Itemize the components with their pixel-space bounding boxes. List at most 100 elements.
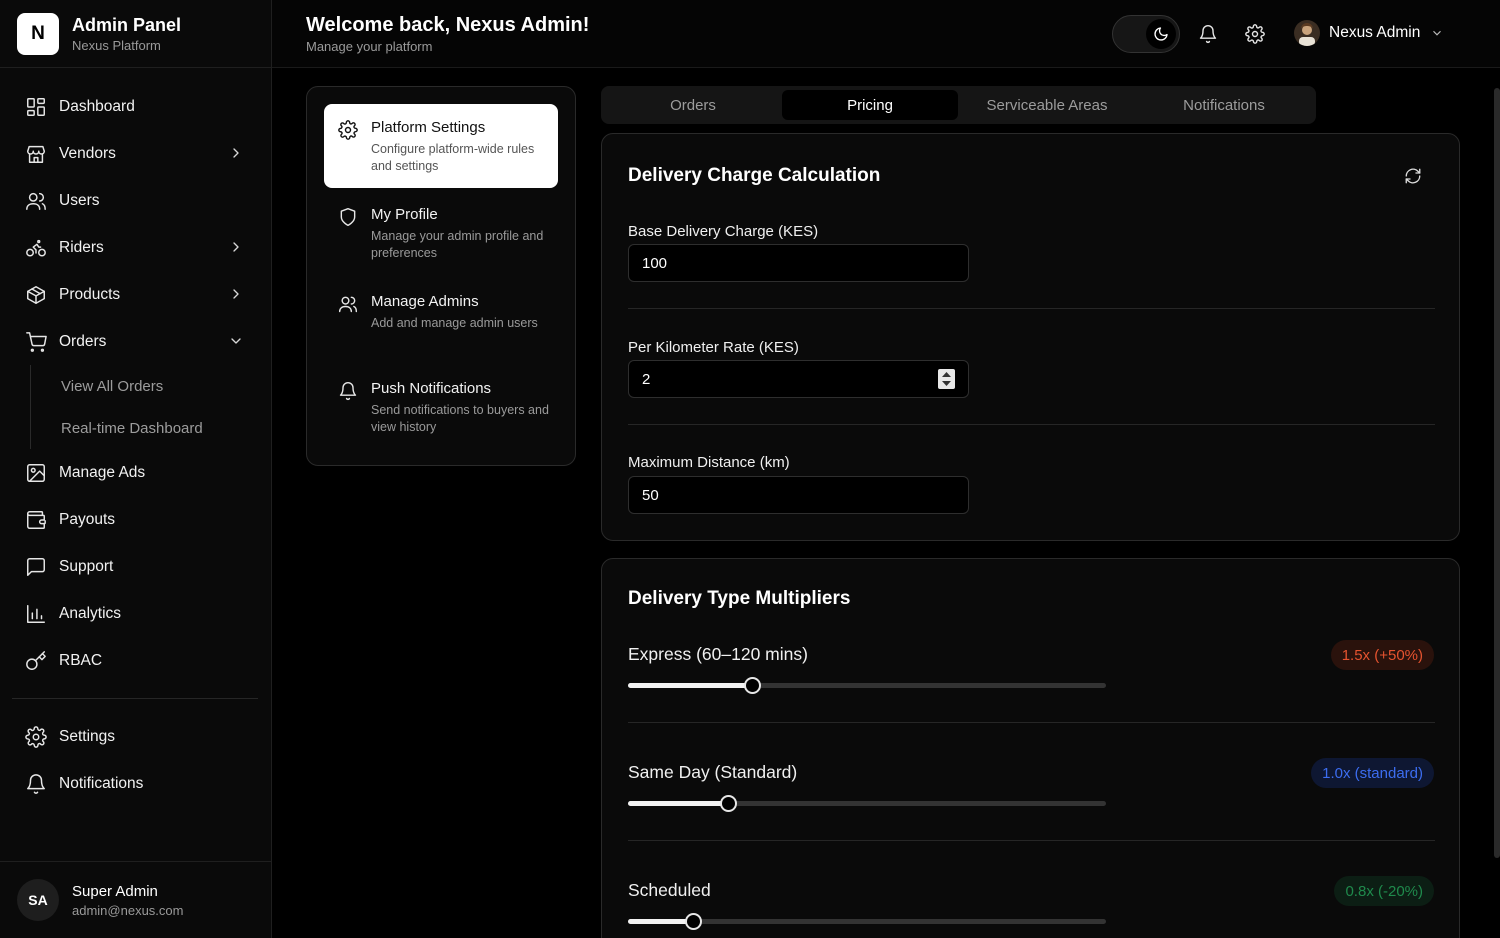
settings-menu-my-profile[interactable]: My Profile Manage your admin profile and…	[324, 191, 558, 275]
max-distance-input[interactable]	[628, 476, 969, 514]
sidebar-item-label: Payouts	[59, 510, 116, 528]
sidebar-user-profile[interactable]: SA Super Admin admin@nexus.com	[0, 861, 271, 938]
bike-icon	[26, 239, 46, 257]
message-icon	[27, 557, 45, 576]
panel-title: Delivery Type Multipliers	[628, 588, 851, 609]
sidebar-item-riders[interactable]: Riders	[12, 224, 258, 271]
user-email: admin@nexus.com	[72, 902, 184, 918]
sidebar-item-payouts[interactable]: Payouts	[12, 496, 258, 543]
sidebar-item-support[interactable]: Support	[12, 543, 258, 590]
package-icon	[27, 285, 45, 304]
slider-fill	[628, 801, 729, 806]
delivery-multipliers-panel: Delivery Type Multipliers Express (60–12…	[601, 558, 1460, 938]
user-menu[interactable]: Nexus Admin	[1294, 20, 1444, 46]
brand[interactable]: N Admin Panel Nexus Platform	[0, 0, 271, 68]
brand-logo: N	[17, 12, 59, 55]
wallet-icon	[27, 510, 46, 529]
top-header: Welcome back, Nexus Admin! Manage your p…	[272, 0, 1500, 68]
divider	[628, 722, 1435, 723]
gear-icon	[338, 120, 358, 140]
user-name: Super Admin	[72, 882, 158, 900]
multiplier-same-day-badge: 1.0x (standard)	[1311, 758, 1434, 788]
base-charge-label: Base Delivery Charge (KES)	[628, 223, 819, 240]
chart-icon	[27, 604, 45, 623]
settings-menu-manage-admins[interactable]: Manage Admins Add and manage admin users	[324, 278, 558, 362]
page-scrollbar[interactable]	[1494, 88, 1500, 858]
sidebar-item-label: Analytics	[59, 604, 122, 622]
settings-tabs: Orders Pricing Serviceable Areas Notific…	[601, 86, 1316, 124]
sidebar-item-users[interactable]: Users	[12, 177, 258, 224]
multiplier-same-day-label: Same Day (Standard)	[628, 762, 798, 782]
users-icon	[26, 192, 46, 210]
sidebar-item-label: Vendors	[59, 144, 116, 162]
sidebar-subitem-realtime-dashboard[interactable]: Real-time Dashboard	[31, 407, 258, 449]
settings-menu-push-notifications[interactable]: Push Notifications Send notifications to…	[324, 365, 558, 449]
bell-icon[interactable]	[1198, 24, 1218, 44]
settings-menu-title: Manage Admins	[371, 293, 479, 310]
sidebar-item-orders[interactable]: Orders	[12, 318, 258, 365]
avatar: SA	[17, 879, 59, 921]
sidebar-item-label: RBAC	[59, 651, 103, 669]
slider-thumb[interactable]	[720, 795, 738, 812]
divider	[628, 840, 1435, 841]
page-subtitle: Manage your platform	[306, 39, 433, 54]
tab-pricing[interactable]: Pricing	[782, 90, 958, 120]
slider-thumb[interactable]	[744, 677, 762, 694]
settings-menu-platform-settings[interactable]: Platform Settings Configure platform-wid…	[324, 104, 558, 188]
number-stepper[interactable]	[938, 369, 955, 389]
refresh-icon[interactable]	[1404, 167, 1422, 185]
sidebar-item-settings[interactable]: Settings	[12, 713, 258, 760]
sidebar-item-notifications[interactable]: Notifications	[12, 760, 258, 807]
divider	[628, 424, 1435, 425]
bell-icon	[339, 382, 357, 401]
sidebar-item-label: Orders	[59, 332, 107, 350]
sidebar-item-analytics[interactable]: Analytics	[12, 590, 258, 637]
avatar	[1294, 20, 1320, 46]
tab-notifications[interactable]: Notifications	[1136, 90, 1312, 120]
sidebar-item-rbac[interactable]: RBAC	[12, 637, 258, 684]
store-icon	[27, 145, 45, 163]
sidebar-subitem-view-all-orders[interactable]: View All Orders	[31, 365, 258, 407]
chevron-down-icon	[1433, 30, 1442, 36]
settings-menu-desc: Manage your admin profile and preference…	[371, 229, 544, 260]
gear-icon	[25, 725, 47, 748]
settings-menu-desc: Send notifications to buyers and view hi…	[371, 403, 549, 434]
multiplier-scheduled-slider[interactable]	[628, 913, 1106, 930]
theme-toggle[interactable]	[1112, 15, 1180, 53]
multiplier-express-label: Express (60–120 mins)	[628, 644, 808, 664]
divider	[628, 308, 1435, 309]
dashboard-icon	[27, 97, 45, 116]
brand-subtitle: Nexus Platform	[72, 37, 161, 53]
per-km-rate-input[interactable]	[628, 360, 969, 398]
base-charge-input[interactable]	[628, 244, 969, 282]
multiplier-express-slider[interactable]	[628, 677, 1106, 694]
sidebar-nav: Dashboard Vendors Users Riders Products …	[12, 83, 258, 807]
sidebar-item-label: Dashboard	[59, 97, 135, 115]
sidebar-item-dashboard[interactable]: Dashboard	[12, 83, 258, 130]
multiplier-same-day-slider[interactable]	[628, 795, 1106, 812]
sidebar-item-vendors[interactable]: Vendors	[12, 130, 258, 177]
user-menu-name: Nexus Admin	[1329, 24, 1421, 41]
panel-title: Delivery Charge Calculation	[628, 165, 881, 186]
sidebar-item-products[interactable]: Products	[12, 271, 258, 318]
per-km-rate-label: Per Kilometer Rate (KES)	[628, 339, 799, 356]
tab-orders[interactable]: Orders	[605, 90, 781, 120]
brand-title: Admin Panel	[72, 14, 182, 35]
gear-icon[interactable]	[1245, 24, 1265, 44]
settings-menu-title: Platform Settings	[371, 119, 486, 136]
multiplier-express-badge: 1.5x (+50%)	[1330, 640, 1434, 670]
sidebar-item-label: Manage Ads	[59, 463, 146, 481]
sidebar-divider	[12, 698, 258, 699]
tab-serviceable-areas[interactable]: Serviceable Areas	[959, 90, 1135, 120]
sidebar-item-label: Support	[59, 557, 114, 575]
sidebar-item-manage-ads[interactable]: Manage Ads	[12, 449, 258, 496]
slider-fill	[628, 683, 753, 688]
chevron-right-icon	[233, 242, 239, 252]
max-distance-label: Maximum Distance (km)	[628, 454, 790, 471]
sidebar-item-label: Settings	[59, 727, 116, 745]
shield-icon	[340, 207, 356, 227]
sidebar-item-label: Riders	[59, 238, 104, 256]
chevron-down-icon	[231, 338, 241, 344]
slider-thumb[interactable]	[684, 913, 702, 930]
key-icon	[26, 650, 46, 670]
